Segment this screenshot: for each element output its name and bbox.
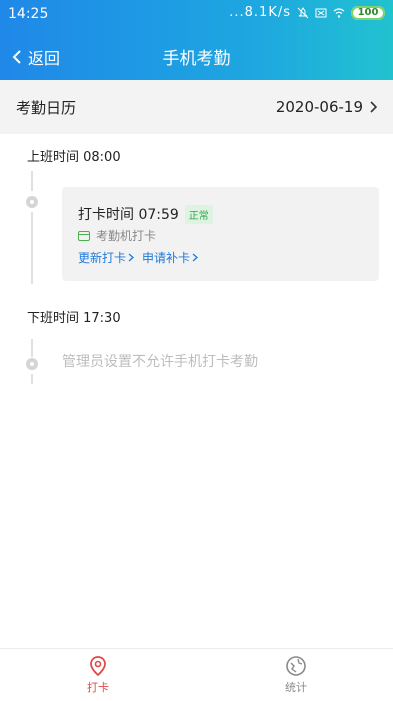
- timeline-dot: [26, 358, 38, 370]
- timeline-line: [31, 212, 33, 284]
- punch-actions: 更新打卡 申请补卡: [78, 249, 199, 266]
- globe-stats-icon: [286, 656, 306, 676]
- request-makeup-label: 申请补卡: [142, 251, 191, 265]
- chevron-right-icon: [128, 253, 135, 262]
- request-makeup-punch-link[interactable]: 申请补卡: [142, 249, 199, 266]
- tab-stats[interactable]: 统计: [276, 655, 316, 695]
- location-pin-icon: [90, 656, 106, 677]
- timeline-line: [31, 339, 33, 357]
- card-machine-icon: [78, 230, 90, 241]
- punch-source-row: 考勤机打卡: [78, 227, 156, 244]
- calendar-label: 考勤日历: [16, 98, 77, 117]
- page-title: 手机考勤: [162, 49, 231, 69]
- attendance-calendar-row[interactable]: 考勤日历 2020-06-19: [0, 80, 393, 134]
- status-time: 14:25: [8, 6, 49, 22]
- timeline-line: [31, 171, 33, 191]
- mute-alarm-icon: [297, 6, 309, 18]
- punch-record-card: 打卡时间 07:59 正常 考勤机打卡 更新打卡 申请补卡: [62, 187, 379, 281]
- bottom-tab-bar: 打卡 统计: [0, 648, 393, 701]
- tab-punch-label: 打卡: [87, 681, 109, 694]
- wifi-icon: [333, 7, 345, 18]
- date-selector[interactable]: 2020-06-19: [276, 98, 377, 116]
- status-right: ...8.1K/s 100: [229, 5, 385, 20]
- chevron-right-icon: [370, 101, 377, 113]
- battery-indicator: 100: [351, 5, 385, 20]
- shift-end-header: 下班时间 17:30: [27, 311, 121, 326]
- update-punch-label: 更新打卡: [78, 251, 127, 265]
- sim-icon: [315, 8, 327, 17]
- shift-start-header: 上班时间 08:00: [27, 150, 121, 165]
- timeline-line: [31, 374, 33, 384]
- status-bar: 14:25 ...8.1K/s 100: [0, 0, 393, 30]
- punch-time: 打卡时间 07:59: [78, 207, 179, 223]
- chevron-right-icon: [192, 253, 199, 262]
- punch-time-row: 打卡时间 07:59 正常: [78, 204, 213, 224]
- update-punch-link[interactable]: 更新打卡: [78, 249, 135, 266]
- navigation-bar: 返回 手机考勤: [0, 30, 393, 80]
- status-badge: 正常: [184, 204, 213, 224]
- network-speed: ...8.1K/s: [229, 5, 291, 20]
- tab-stats-label: 统计: [285, 681, 307, 694]
- attendance-timeline: 上班时间 08:00 打卡时间 07:59 正常 考勤机打卡 更新打卡 申请补卡: [0, 134, 393, 648]
- punch-source: 考勤机打卡: [96, 229, 157, 243]
- tab-punch[interactable]: 打卡: [78, 655, 118, 695]
- selected-date: 2020-06-19: [275, 98, 363, 116]
- mobile-punch-disabled-note: 管理员设置不允许手机打卡考勤: [62, 354, 258, 370]
- timeline-dot: [26, 196, 38, 208]
